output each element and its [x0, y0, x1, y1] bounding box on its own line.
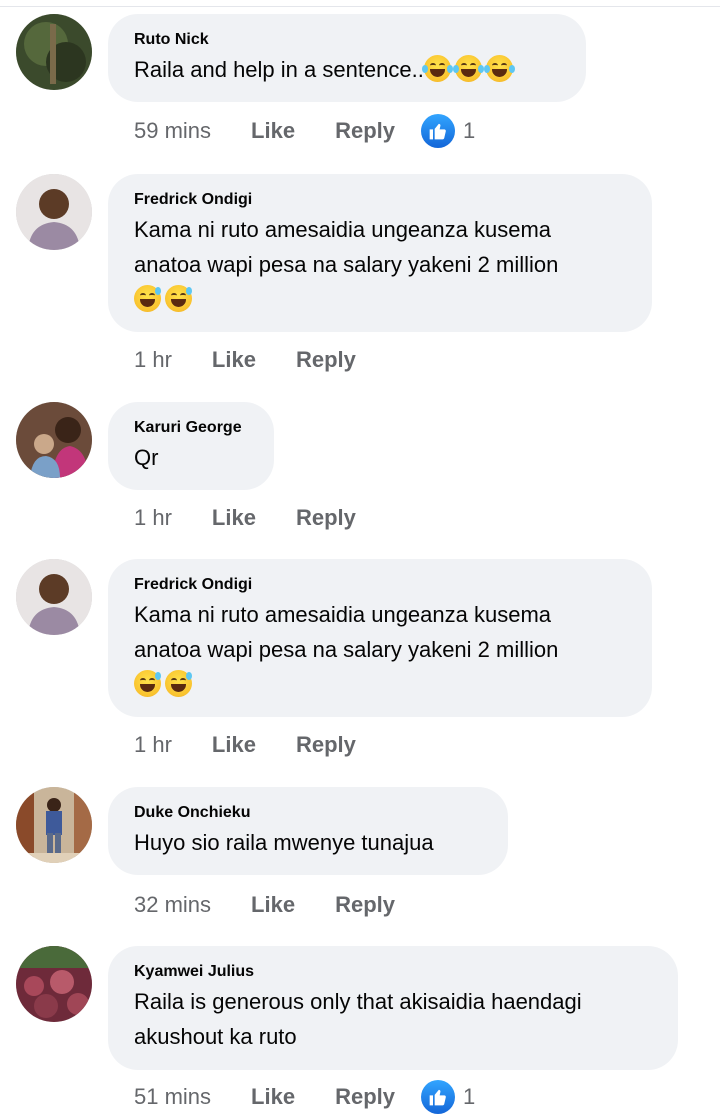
avatar[interactable] [16, 402, 92, 478]
thumbs-up-icon [421, 1080, 455, 1114]
thumbs-up-icon [421, 114, 455, 148]
comment-bubble: Fredrick Ondigi Kama ni ruto amesaidia u… [108, 174, 652, 332]
comment-time[interactable]: 1 hr [134, 505, 172, 531]
reply-button[interactable]: Reply [296, 732, 356, 758]
like-button[interactable]: Like [212, 347, 256, 373]
comment-time[interactable]: 59 mins [134, 118, 211, 144]
like-button[interactable]: Like [251, 118, 295, 144]
grin-sweat-emoji-icon [165, 285, 192, 312]
avatar[interactable] [16, 174, 92, 250]
comment-time[interactable]: 1 hr [134, 732, 172, 758]
like-button[interactable]: Like [251, 1084, 295, 1110]
comment-author[interactable]: Kyamwei Julius [134, 962, 652, 982]
comment-bubble: Ruto Nick Raila and help in a sentence.. [108, 14, 586, 102]
avatar[interactable] [16, 946, 92, 1022]
comment-actions: 1 hr Like Reply [134, 730, 356, 760]
comment-author[interactable]: Duke Onchieku [134, 803, 482, 823]
comment-text: Raila is generous only that akisaidia ha… [134, 989, 582, 1049]
reply-button[interactable]: Reply [296, 505, 356, 531]
like-button[interactable]: Like [212, 732, 256, 758]
comment-actions: 59 mins Like Reply 1 [134, 114, 475, 148]
comment-time[interactable]: 51 mins [134, 1084, 211, 1110]
reply-button[interactable]: Reply [335, 892, 395, 918]
comment-time[interactable]: 1 hr [134, 347, 172, 373]
reply-button[interactable]: Reply [335, 1084, 395, 1110]
comment-text: Kama ni ruto amesaidia ungeanza kusema a… [134, 597, 626, 702]
comment-actions: 51 mins Like Reply 1 [134, 1080, 475, 1114]
reaction-count: 1 [463, 1084, 476, 1109]
comment-actions: 1 hr Like Reply [134, 503, 356, 533]
reaction-summary[interactable]: 1 [421, 1080, 475, 1114]
avatar[interactable] [16, 14, 92, 90]
like-button[interactable]: Like [251, 892, 295, 918]
like-button[interactable]: Like [212, 505, 256, 531]
grin-sweat-emoji-icon [134, 670, 161, 697]
comment-text: Raila and help in a sentence.. [134, 52, 560, 87]
comment-actions: 1 hr Like Reply [134, 345, 356, 375]
laugh-tears-emoji-icon [452, 55, 484, 82]
comment-author[interactable]: Karuri George [134, 418, 248, 438]
comment-bubble: Fredrick Ondigi Kama ni ruto amesaidia u… [108, 559, 652, 717]
reaction-summary[interactable]: 1 [421, 114, 475, 148]
grin-sweat-emoji-icon [134, 285, 161, 312]
laugh-tears-emoji-icon [483, 55, 515, 82]
grin-sweat-emoji-icon [165, 670, 192, 697]
comment-author[interactable]: Fredrick Ondigi [134, 575, 626, 595]
comment-bubble: Karuri George Qr [108, 402, 274, 490]
comment-actions: 32 mins Like Reply [134, 890, 395, 920]
avatar[interactable] [16, 787, 92, 863]
reply-button[interactable]: Reply [335, 118, 395, 144]
comment-author[interactable]: Ruto Nick [134, 30, 560, 50]
avatar[interactable] [16, 559, 92, 635]
comment-bubble: Kyamwei Julius Raila is generous only th… [108, 946, 678, 1070]
comment-author[interactable]: Fredrick Ondigi [134, 190, 626, 210]
comment-time[interactable]: 32 mins [134, 892, 211, 918]
comment-bubble: Duke Onchieku Huyo sio raila mwenye tuna… [108, 787, 508, 875]
comment-text: Huyo sio raila mwenye tunajua [134, 830, 434, 855]
comment-text: Kama ni ruto amesaidia ungeanza kusema a… [134, 212, 626, 317]
top-divider [0, 6, 720, 7]
comment-text: Qr [134, 445, 159, 470]
reaction-count: 1 [463, 118, 476, 143]
laugh-tears-emoji-icon [421, 55, 453, 82]
reply-button[interactable]: Reply [296, 347, 356, 373]
